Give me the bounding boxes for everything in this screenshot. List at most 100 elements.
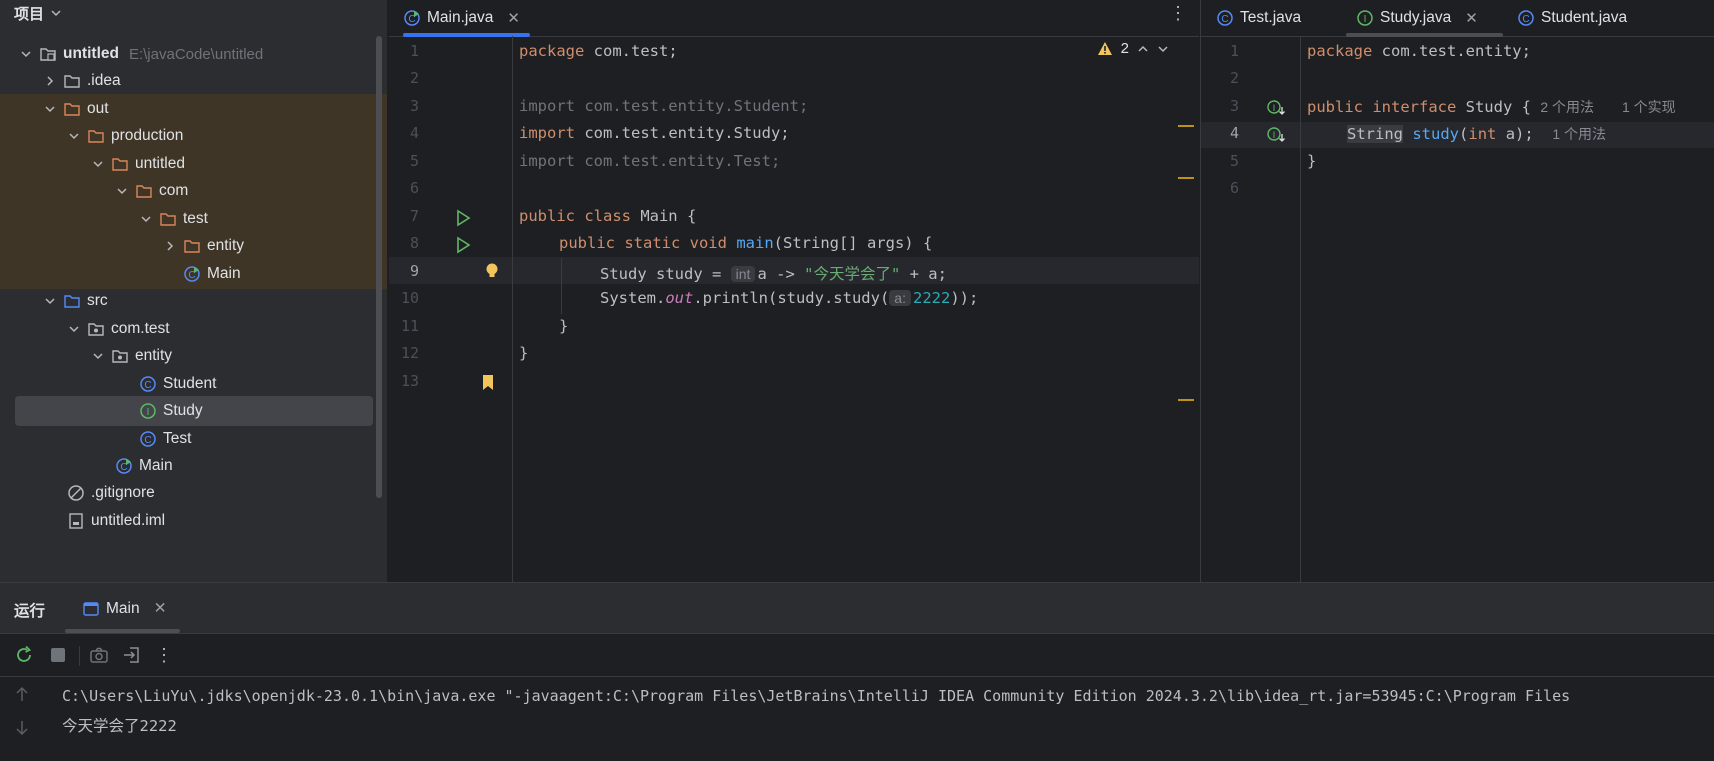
tree-item-entity[interactable]: entity (0, 341, 387, 371)
implemented-gutter-icon[interactable]: I (1266, 99, 1286, 117)
code-line-1[interactable]: package com.test.entity; (1307, 42, 1531, 60)
chevron-down-icon[interactable] (43, 294, 57, 308)
code-line-5[interactable]: import com.test.entity.Test; (519, 152, 780, 170)
tree-item-test-class[interactable]: C Test (0, 424, 387, 454)
tree-item-idea[interactable]: .idea (0, 66, 387, 96)
implemented-gutter-icon[interactable]: I (1266, 126, 1286, 144)
tree-item-production[interactable]: production (0, 121, 387, 151)
tree-item-label: Test (163, 430, 192, 447)
line-number: 5 (1229, 152, 1239, 170)
error-stripe-marker[interactable] (1178, 177, 1194, 179)
tab-student-java[interactable]: C Student.java (1517, 0, 1627, 36)
console-output-line[interactable]: C:\Users\LiuYu\.jdks\openjdk-23.0.1\bin\… (62, 687, 1570, 705)
run-tab-main[interactable]: Main ✕ (82, 599, 167, 618)
tree-item-main[interactable]: C Main (0, 451, 387, 481)
chevron-right-icon[interactable] (163, 239, 177, 253)
chevron-down-icon[interactable] (67, 129, 81, 143)
camera-icon[interactable] (88, 644, 110, 666)
code-line-9[interactable]: Study study = int a -> "今天学会了" + a; (600, 262, 947, 284)
code-line-11[interactable]: } (559, 317, 568, 335)
chevron-down-icon[interactable] (91, 349, 105, 363)
more-options-icon[interactable]: ⋮ (1169, 0, 1187, 26)
tree-item-com-test[interactable]: com.test (0, 314, 387, 344)
code-line-1[interactable]: package com.test; (519, 42, 678, 60)
code-line-4[interactable]: String study(int a); 1 个用法 (1347, 124, 1606, 144)
editor-study-java[interactable]: C Test.java I Study.java ✕ C Student.jav… (1200, 0, 1714, 582)
tree-item-untitled-output[interactable]: untitled (0, 149, 387, 179)
chevron-down-icon[interactable] (115, 184, 129, 198)
tab-study-java[interactable]: I Study.java ✕ (1356, 0, 1478, 36)
code-line-7[interactable]: public class Main { (519, 207, 696, 225)
tree-item-untitled-root[interactable]: untitled E:\javaCode\untitled (0, 39, 387, 69)
chevron-down-icon[interactable] (1157, 43, 1169, 55)
type-name: String (1347, 125, 1403, 143)
error-stripe-marker[interactable] (1178, 125, 1194, 127)
tab-main-java[interactable]: C Main.java ✕ (403, 0, 520, 36)
console-output-line[interactable]: 今天学会了2222 (62, 714, 177, 736)
chevron-right-icon[interactable] (43, 74, 57, 88)
chevron-down-icon[interactable] (139, 212, 153, 226)
chevron-down-icon[interactable] (91, 157, 105, 171)
tree-item-com[interactable]: com (0, 176, 387, 206)
code-line-3[interactable]: import com.test.entity.Student; (519, 97, 808, 115)
chevron-down-icon[interactable] (67, 322, 81, 336)
active-tab-indicator (403, 33, 530, 37)
run-tab-label: Main (106, 599, 140, 617)
exit-icon[interactable] (121, 644, 143, 666)
tree-item-gitignore[interactable]: .gitignore (0, 478, 387, 508)
chevron-down-icon[interactable] (50, 7, 62, 19)
usages-hint[interactable]: 2 个用法 (1540, 99, 1594, 115)
chevron-down-icon[interactable] (43, 102, 57, 116)
close-icon[interactable]: ✕ (154, 599, 167, 618)
lightbulb-icon[interactable] (484, 262, 500, 280)
runnable-class-icon: C (116, 458, 132, 474)
tab-label: Student.java (1541, 9, 1628, 26)
run-gutter-icon[interactable] (455, 236, 471, 254)
error-stripe-marker[interactable] (1178, 399, 1194, 401)
svg-text:I: I (1273, 130, 1276, 140)
keyword: int (1468, 125, 1497, 143)
run-toolbar: ⋮ (0, 634, 1714, 677)
tree-item-out[interactable]: out (0, 94, 387, 124)
tree-item-entity-output[interactable]: entity (0, 231, 387, 261)
tree-item-label: com.test (111, 320, 170, 337)
stop-icon[interactable] (47, 644, 69, 666)
close-icon[interactable]: ✕ (1465, 9, 1478, 27)
tree-item-study[interactable]: I Study (15, 396, 373, 426)
tab-test-java[interactable]: C Test.java (1216, 0, 1301, 36)
tree-item-main-output[interactable]: C Main (0, 259, 387, 289)
line-number: 6 (1229, 179, 1239, 197)
svg-text:C: C (144, 435, 151, 446)
tree-item-test[interactable]: test (0, 204, 387, 234)
chevron-up-icon[interactable] (1137, 43, 1149, 55)
code-line-8[interactable]: public static void main(String[] args) { (559, 234, 932, 252)
rerun-icon[interactable] (13, 644, 35, 666)
project-root-path: E:\javaCode\untitled (128, 45, 264, 63)
class-icon: C (140, 376, 156, 392)
code-line-10[interactable]: System.out.println(study.study(a: 2222)); (600, 289, 978, 307)
bookmark-icon[interactable] (481, 374, 495, 392)
class-icon: C (1518, 10, 1534, 26)
tree-item-student[interactable]: C Student (0, 369, 387, 399)
code-line-12[interactable]: } (519, 344, 528, 362)
run-gutter-icon[interactable] (455, 209, 471, 227)
arrow-down-icon[interactable] (14, 719, 30, 737)
more-options-icon[interactable]: ⋮ (153, 644, 175, 666)
code-line-3[interactable]: public interface Study { 2 个用法 1 个实现 (1307, 97, 1676, 117)
tree-item-src[interactable]: src (0, 286, 387, 316)
project-panel-header[interactable]: 项目 (0, 0, 387, 26)
tab-label: Test.java (1240, 9, 1302, 26)
code-text: (String[] args) { (773, 234, 933, 252)
close-icon[interactable]: ✕ (507, 9, 520, 27)
code-line-4[interactable]: import com.test.entity.Study; (519, 124, 790, 142)
inspection-widget[interactable]: 2 (1097, 40, 1169, 57)
keyword: package (1307, 42, 1373, 60)
code-line-5[interactable]: } (1307, 152, 1316, 170)
project-panel-title[interactable]: 项目 (14, 3, 44, 24)
chevron-down-icon[interactable] (19, 47, 33, 61)
implementations-hint[interactable]: 1 个实现 (1622, 99, 1676, 115)
usages-hint[interactable]: 1 个用法 (1552, 126, 1606, 142)
tree-item-untitled-iml[interactable]: untitled.iml (0, 506, 387, 536)
arrow-up-icon[interactable] (14, 685, 30, 703)
editor-main-java[interactable]: C Main.java ✕ ⋮ 1 2 3 4 5 6 7 8 9 10 11 … (389, 0, 1199, 582)
